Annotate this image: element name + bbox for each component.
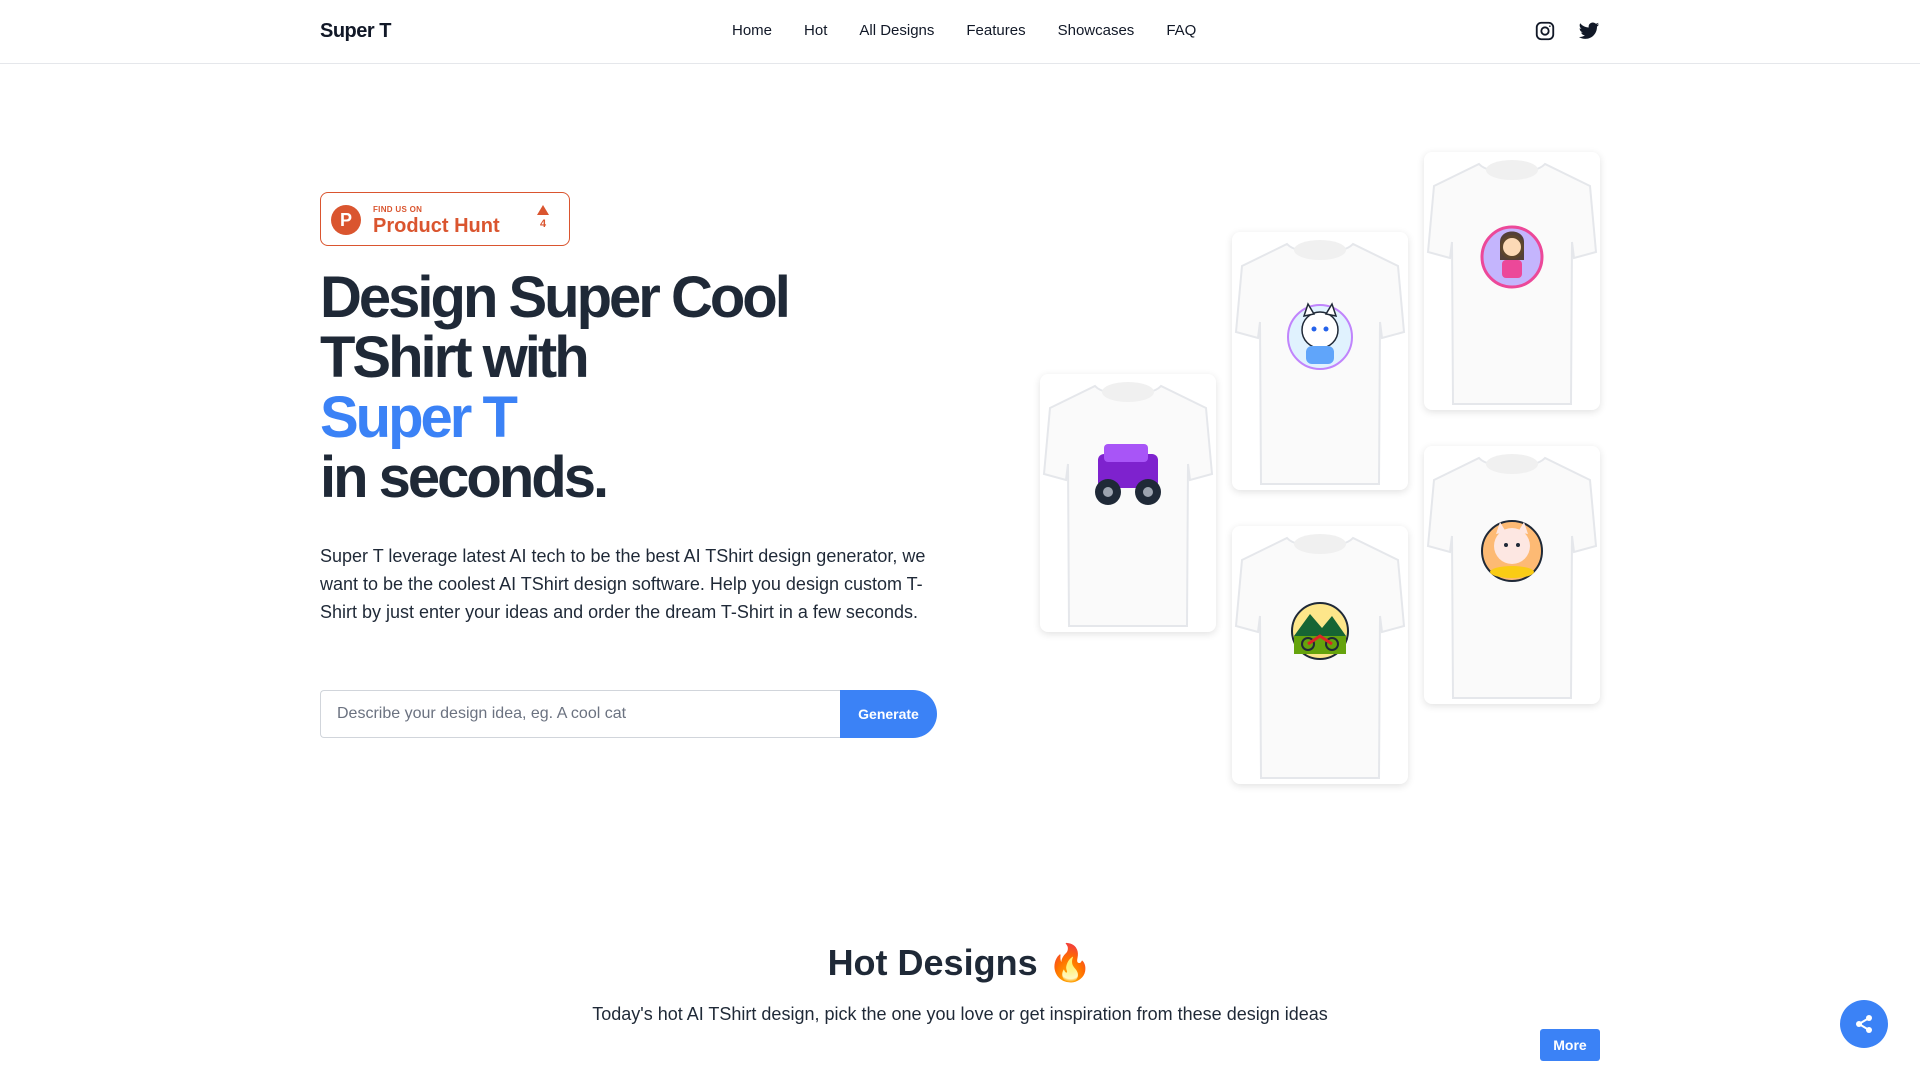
hero-title-line-4: in seconds. <box>320 445 609 510</box>
tshirt-image <box>1426 160 1598 405</box>
nav-faq[interactable]: FAQ <box>1166 22 1196 39</box>
share-icon <box>1856 1015 1872 1033</box>
tshirt-image <box>1234 534 1406 779</box>
nav-home[interactable]: Home <box>732 22 772 39</box>
shirt-card[interactable] <box>1232 526 1408 784</box>
shirt-card[interactable] <box>1232 232 1408 490</box>
product-hunt-label: Product Hunt <box>373 215 500 237</box>
hero-title-line-2: TShirt with <box>320 325 590 390</box>
site-header: Super T Home Hot All Designs Features Sh… <box>0 0 1920 64</box>
nav-all-designs[interactable]: All Designs <box>859 22 934 39</box>
design-idea-input[interactable] <box>320 690 842 738</box>
nav-hot[interactable]: Hot <box>804 22 827 39</box>
tshirt-image <box>1426 454 1598 699</box>
more-button[interactable]: More <box>1540 1029 1600 1061</box>
instagram-icon[interactable] <box>1534 20 1556 42</box>
nav-features[interactable]: Features <box>966 22 1025 39</box>
generate-button[interactable]: Generate <box>840 690 937 738</box>
hero-title-accent: Super T <box>320 385 518 450</box>
hero-title-line-1: Design Super Cool <box>320 265 791 330</box>
main-nav: Home Hot All Designs Features Showcases … <box>732 22 1196 39</box>
shirt-card[interactable] <box>1040 374 1216 632</box>
hot-designs-subtitle: Today's hot AI TShirt design, pick the o… <box>592 1004 1328 1024</box>
shirt-card[interactable] <box>1424 152 1600 410</box>
logo[interactable]: Super T <box>320 20 391 43</box>
design-search: Generate <box>320 690 937 738</box>
shirt-card[interactable] <box>1424 446 1600 704</box>
tshirt-image <box>1042 382 1214 627</box>
social-links <box>1534 20 1600 42</box>
hero-title: Design Super Cool TShirt with Super T in… <box>320 265 791 510</box>
hot-designs-title: Hot Designs 🔥 <box>827 942 1093 983</box>
vote-count: 4 <box>539 218 547 230</box>
upvote-arrow-icon <box>537 205 549 215</box>
hero-description: Super T leverage latest AI tech to be th… <box>320 546 926 622</box>
twitter-icon[interactable] <box>1578 20 1600 42</box>
tshirt-image <box>1234 240 1406 485</box>
product-hunt-badge[interactable]: P FIND US ON Product Hunt 4 <box>320 192 570 246</box>
product-hunt-icon: P <box>331 205 361 235</box>
product-hunt-small-label: FIND US ON <box>373 205 423 214</box>
nav-showcases[interactable]: Showcases <box>1058 22 1135 39</box>
share-button[interactable] <box>1840 1000 1888 1048</box>
product-hunt-votes: 4 <box>537 203 549 230</box>
